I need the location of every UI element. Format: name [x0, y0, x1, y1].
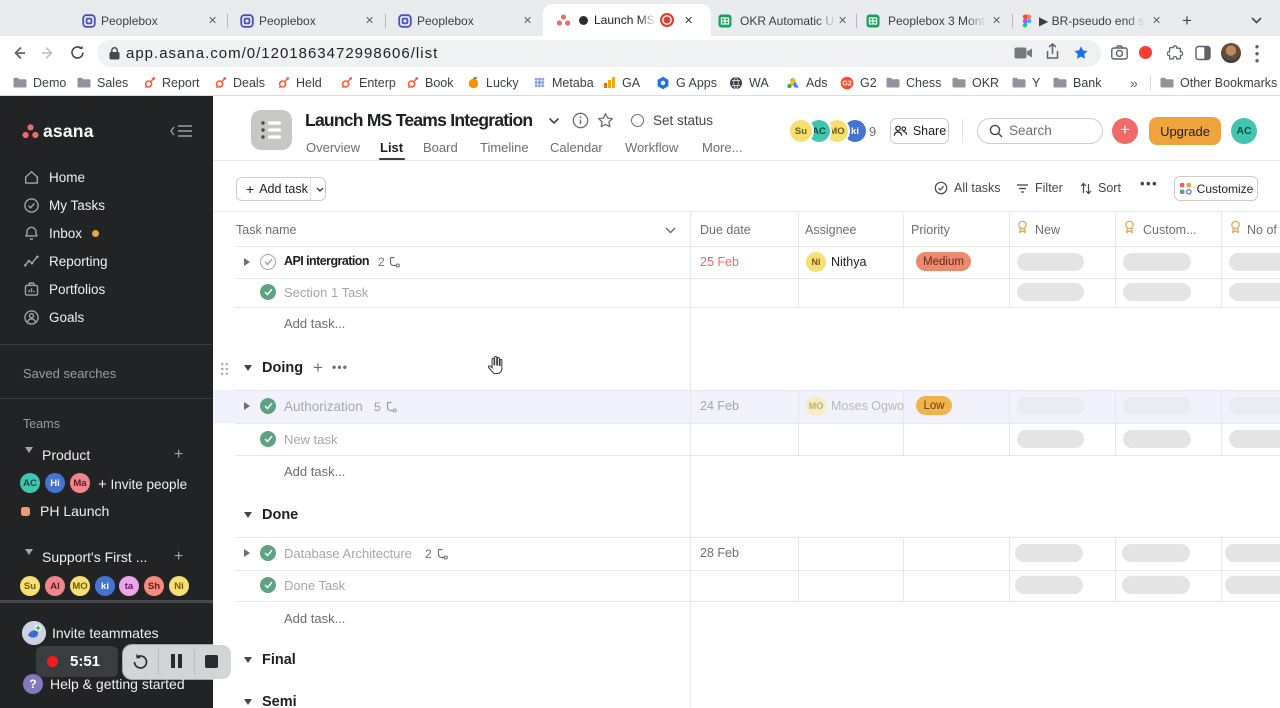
svg-text:G2: G2: [842, 78, 852, 87]
